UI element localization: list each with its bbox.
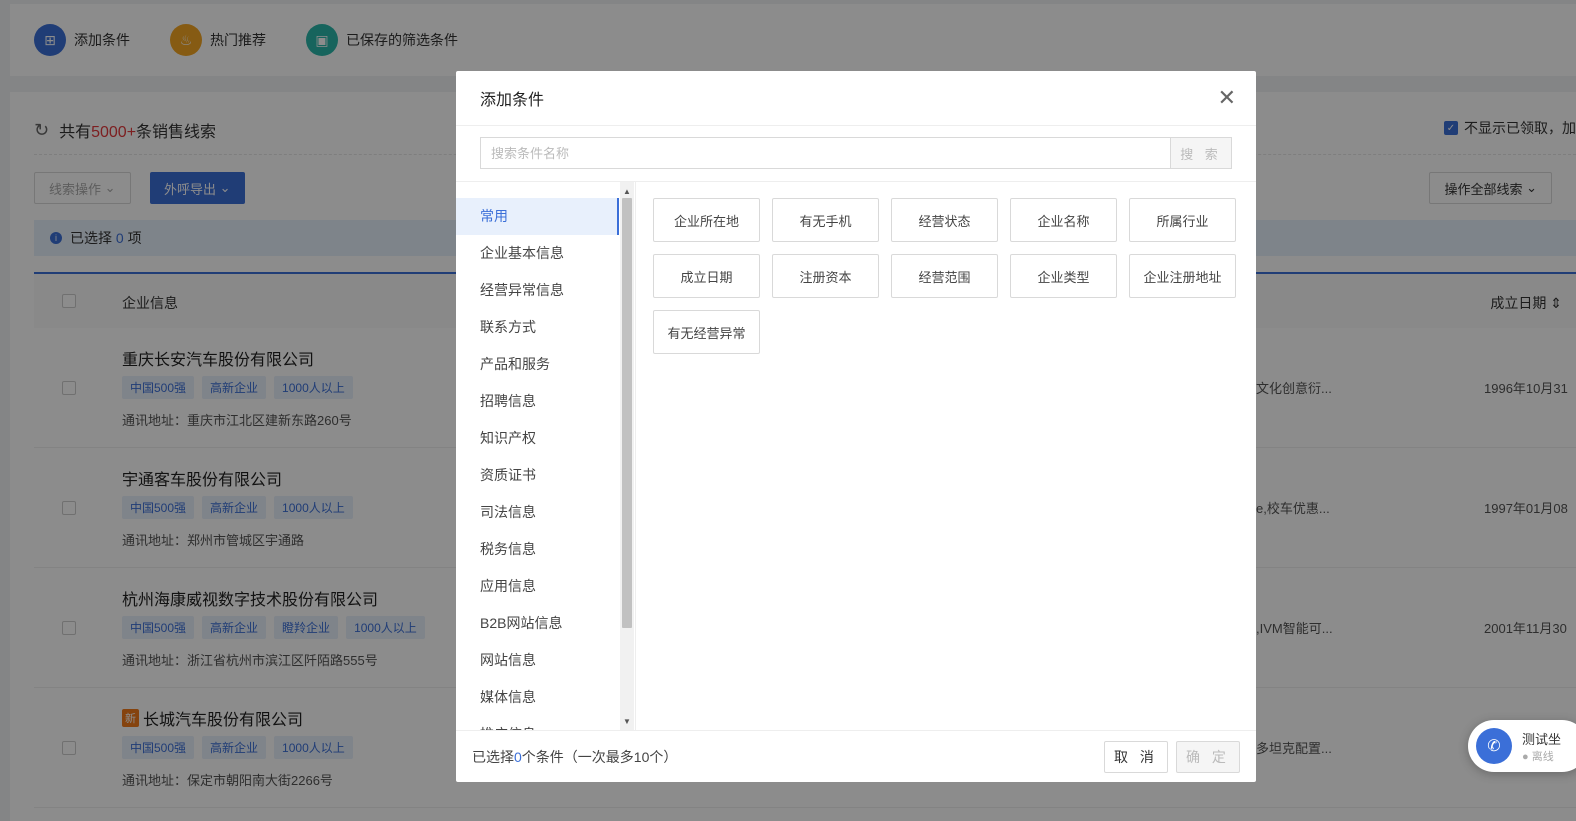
category-item-apps[interactable]: 应用信息 xyxy=(456,568,619,605)
selected-prefix: 已选择 xyxy=(472,748,514,765)
condition-company-name[interactable]: 企业名称 xyxy=(1010,198,1117,242)
sidebar-scrollbar[interactable]: ▲ ▼ xyxy=(620,182,634,730)
category-item-website[interactable]: 网站信息 xyxy=(456,642,619,679)
dialog-footer: 已选择0个条件（一次最多10个） 取 消 确 定 xyxy=(456,730,1256,782)
category-item-b2b[interactable]: B2B网站信息 xyxy=(456,605,619,642)
condition-location[interactable]: 企业所在地 xyxy=(653,198,760,242)
category-item-ip[interactable]: 知识产权 xyxy=(456,420,619,457)
selected-conditions-info: 已选择0个条件（一次最多10个） xyxy=(472,747,677,767)
category-sidebar: 常用 企业基本信息 经营异常信息 联系方式 产品和服务 招聘信息 知识产权 资质… xyxy=(456,182,636,730)
condition-business-status[interactable]: 经营状态 xyxy=(891,198,998,242)
footer-buttons: 取 消 确 定 xyxy=(1104,741,1240,773)
category-item-judicial[interactable]: 司法信息 xyxy=(456,494,619,531)
close-icon[interactable]: ✕ xyxy=(1218,85,1236,111)
cancel-button[interactable]: 取 消 xyxy=(1104,741,1168,773)
category-item-promotion[interactable]: 推广信息 xyxy=(456,716,619,730)
condition-search-input[interactable] xyxy=(480,137,1170,169)
condition-registered-capital[interactable]: 注册资本 xyxy=(772,254,879,298)
category-list: 常用 企业基本信息 经营异常信息 联系方式 产品和服务 招聘信息 知识产权 资质… xyxy=(456,198,619,730)
condition-industry[interactable]: 所属行业 xyxy=(1129,198,1236,242)
condition-grid: 企业所在地 有无手机 经营状态 企业名称 所属行业 成立日期 注册资本 经营范围… xyxy=(653,198,1243,354)
dialog-header: 添加条件 ✕ xyxy=(456,71,1256,126)
condition-registered-address[interactable]: 企业注册地址 xyxy=(1129,254,1236,298)
condition-business-scope[interactable]: 经营范围 xyxy=(891,254,998,298)
selected-count: 0 xyxy=(514,748,522,765)
agent-name: 测试坐 xyxy=(1522,731,1562,747)
scroll-up-icon[interactable]: ▲ xyxy=(620,184,634,198)
dialog-title: 添加条件 xyxy=(480,92,545,109)
category-item-contact[interactable]: 联系方式 xyxy=(456,309,619,346)
category-item-tax[interactable]: 税务信息 xyxy=(456,531,619,568)
agent-status: ● 离线 xyxy=(1522,750,1554,763)
search-button[interactable]: 搜 索 xyxy=(1170,137,1232,169)
scroll-thumb[interactable] xyxy=(622,198,632,628)
category-item-media[interactable]: 媒体信息 xyxy=(456,679,619,716)
condition-has-abnormal[interactable]: 有无经营异常 xyxy=(653,310,760,354)
category-item-abnormal-info[interactable]: 经营异常信息 xyxy=(456,272,619,309)
agent-status-text: 离线 xyxy=(1531,750,1554,763)
softphone-widget[interactable]: ✆ 测试坐 ● 离线 xyxy=(1468,720,1576,772)
category-item-recruitment[interactable]: 招聘信息 xyxy=(456,383,619,420)
confirm-button[interactable]: 确 定 xyxy=(1176,741,1240,773)
condition-search: 搜 索 xyxy=(480,137,1232,169)
category-item-certificates[interactable]: 资质证书 xyxy=(456,457,619,494)
category-item-basic-info[interactable]: 企业基本信息 xyxy=(456,235,619,272)
category-item-common[interactable]: 常用 xyxy=(456,198,619,235)
add-condition-dialog: 添加条件 ✕ 搜 索 常用 企业基本信息 经营异常信息 联系方式 产品和服务 招… xyxy=(456,71,1256,782)
condition-has-mobile[interactable]: 有无手机 xyxy=(772,198,879,242)
category-item-products[interactable]: 产品和服务 xyxy=(456,346,619,383)
scroll-down-icon[interactable]: ▼ xyxy=(620,714,634,728)
condition-company-type[interactable]: 企业类型 xyxy=(1010,254,1117,298)
condition-founded-date[interactable]: 成立日期 xyxy=(653,254,760,298)
selected-suffix: 个条件（一次最多10个） xyxy=(521,748,678,765)
phone-icon: ✆ xyxy=(1476,728,1512,764)
